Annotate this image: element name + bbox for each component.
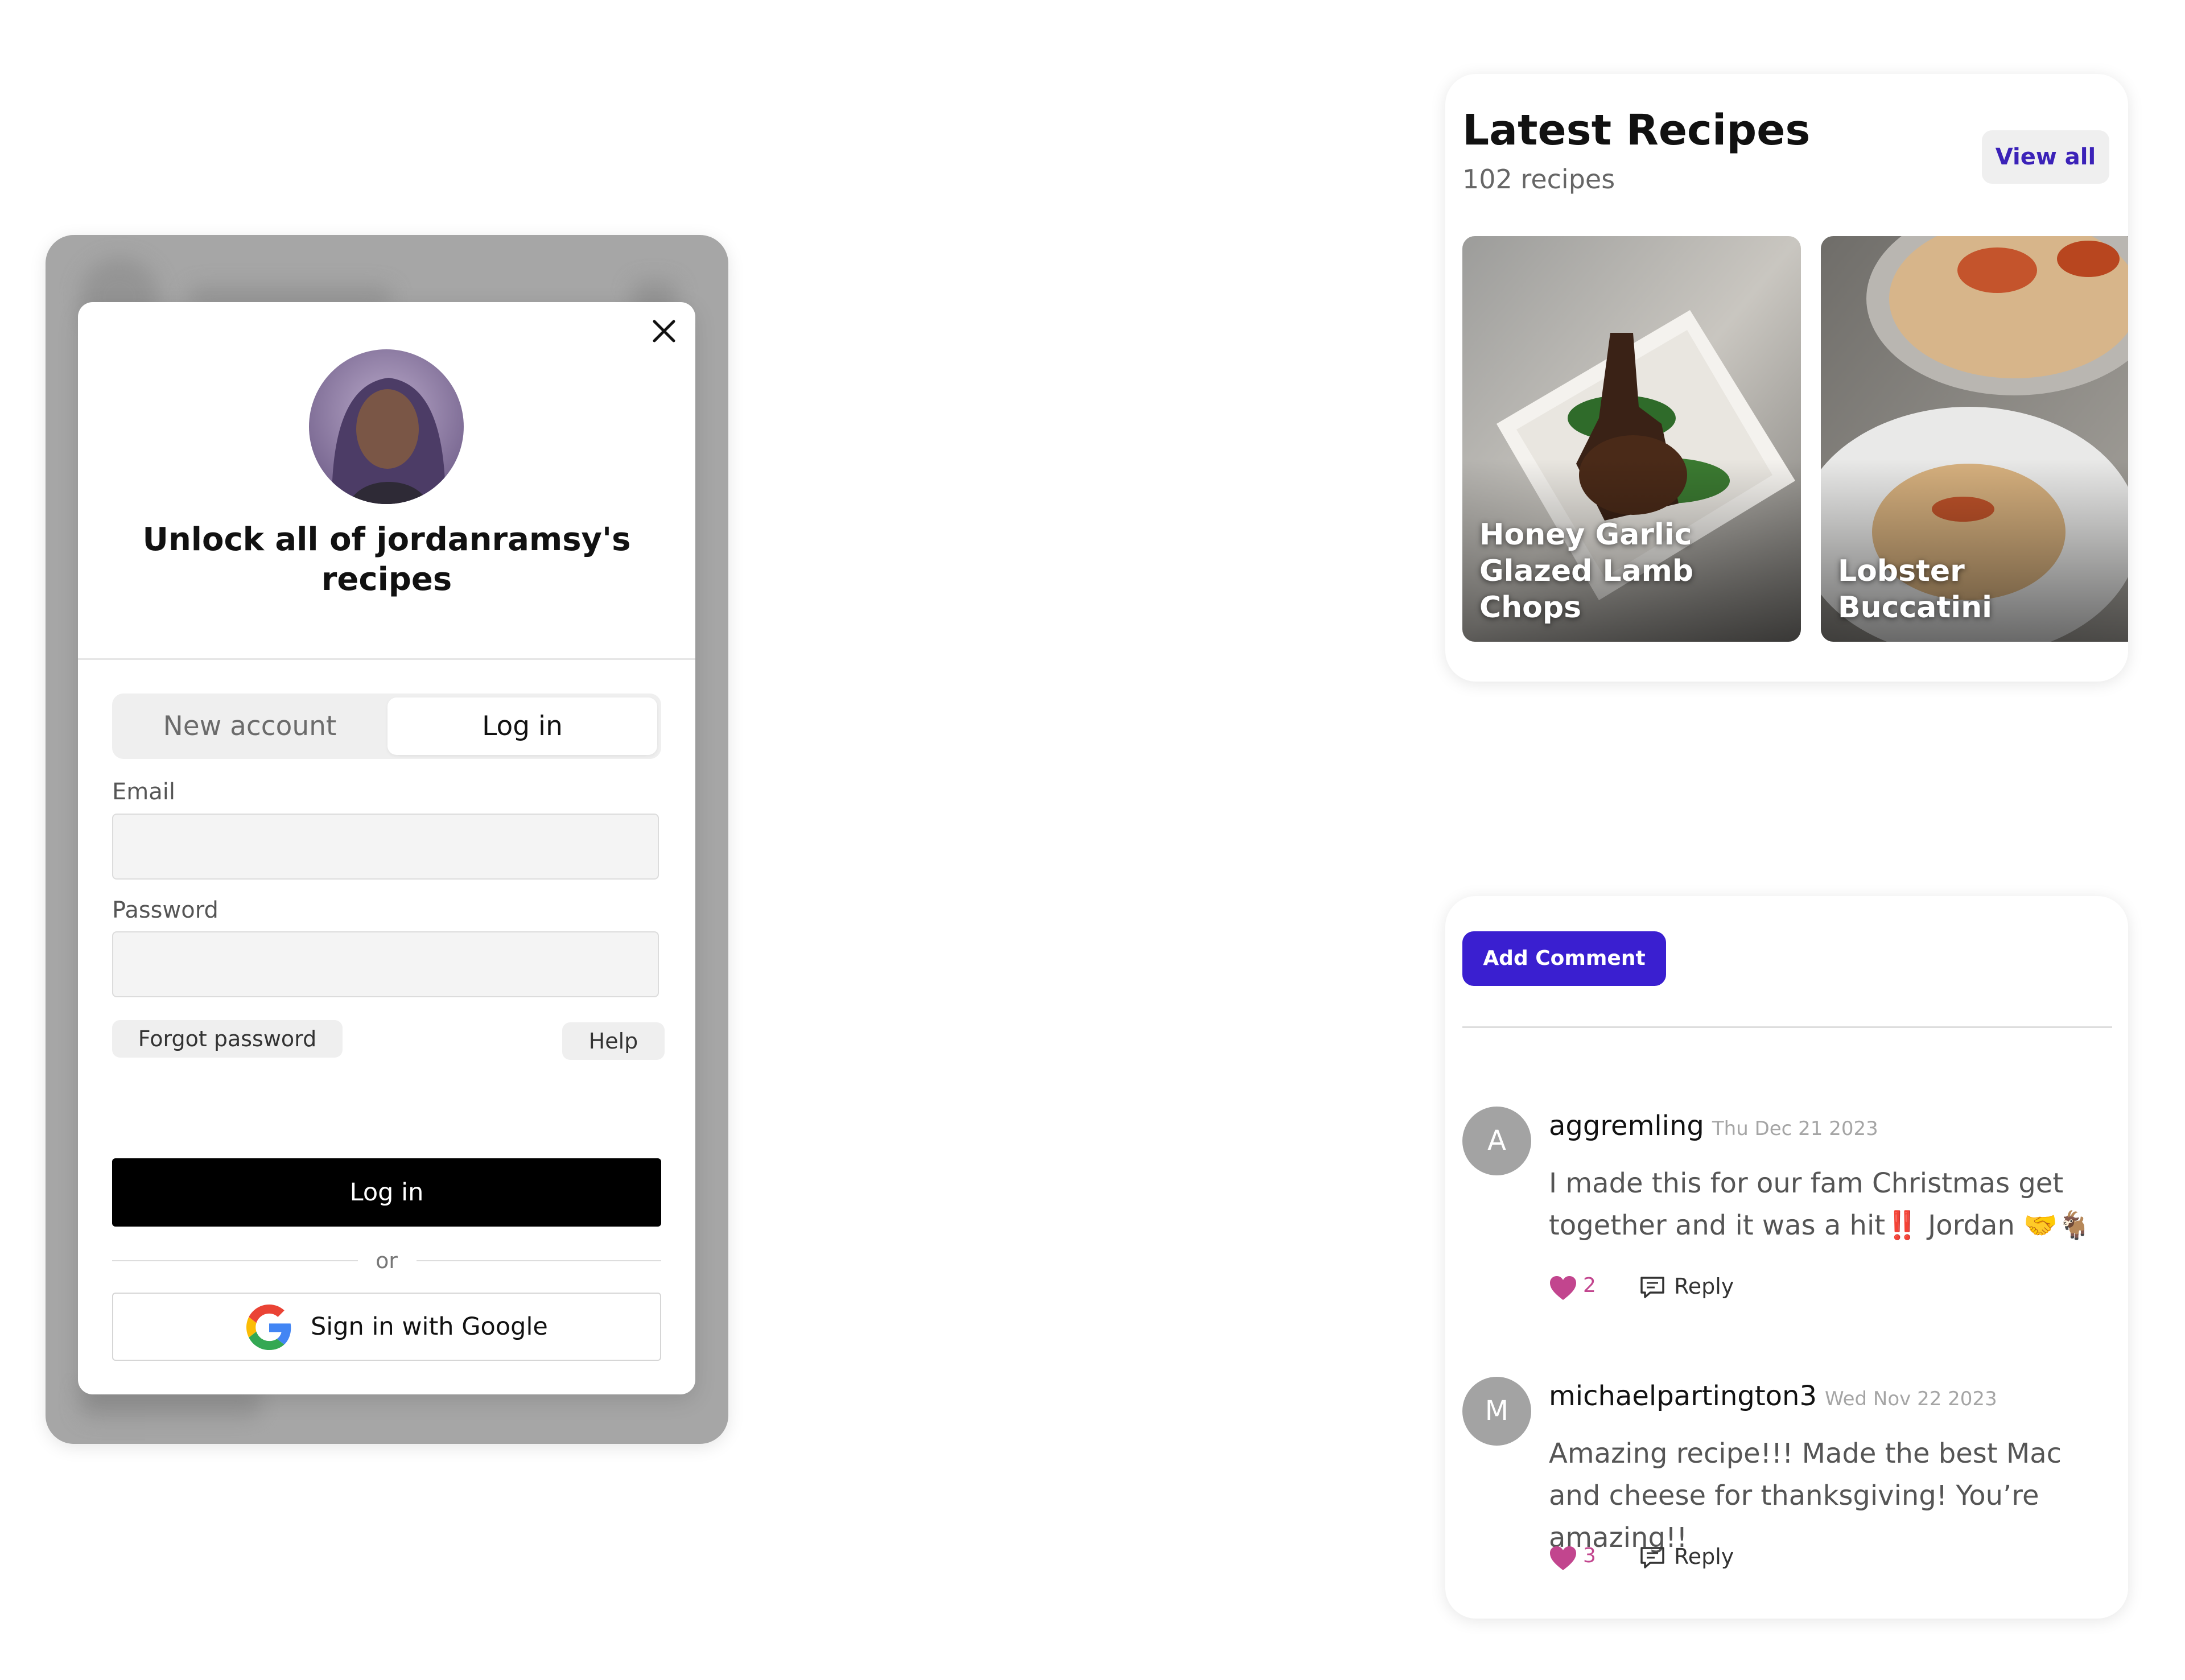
heart-icon[interactable]: [1549, 1275, 1577, 1301]
recipe-title: Honey Garlic Glazed Lamb Chops: [1479, 518, 1694, 625]
reply-label: Reply: [1674, 1274, 1734, 1299]
or-text: or: [376, 1248, 398, 1273]
google-button-label: Sign in with Google: [311, 1312, 548, 1341]
tab-new-account[interactable]: New account: [116, 697, 384, 755]
heart-icon[interactable]: [1549, 1545, 1577, 1571]
comment-date: Thu Dec 21 2023: [1712, 1117, 1878, 1140]
like-count: 2: [1583, 1274, 1596, 1297]
latest-recipes-card: Latest Recipes 102 recipes View all Hone…: [1445, 74, 2128, 682]
divider: [1462, 1026, 2112, 1028]
unlock-title: Unlock all of jordanramsy's recipes: [142, 521, 631, 598]
speech-bubble-icon: [1640, 1277, 1664, 1298]
comment-username[interactable]: michaelpartington3: [1549, 1380, 1817, 1412]
section-title: Latest Recipes: [1462, 106, 1811, 155]
sign-in-with-google-button[interactable]: Sign in with Google: [112, 1293, 661, 1361]
email-field[interactable]: [112, 814, 659, 880]
recipe-title: Lobster Buccatini: [1838, 554, 1992, 625]
divider: [78, 658, 695, 660]
password-field[interactable]: [112, 931, 659, 997]
password-label: Password: [112, 897, 218, 923]
recipe-count: 102 recipes: [1462, 164, 1615, 195]
help-button[interactable]: Help: [562, 1022, 665, 1060]
recipe-card[interactable]: Honey Garlic Glazed Lamb Chops: [1462, 236, 1801, 642]
close-icon[interactable]: [645, 312, 683, 350]
reply-label: Reply: [1674, 1544, 1734, 1569]
comments-card: Add Comment A aggremling Thu Dec 21 2023 …: [1445, 896, 2128, 1619]
speech-bubble-icon: [1640, 1547, 1664, 1568]
view-all-button[interactable]: View all: [1982, 130, 2109, 184]
comment-date: Wed Nov 22 2023: [1825, 1388, 1997, 1410]
comment-text: I made this for our fam Christmas get to…: [1549, 1167, 2092, 1241]
login-modal: Unlock all of jordanramsy's recipes New …: [78, 302, 695, 1394]
forgot-password-button[interactable]: Forgot password: [112, 1020, 343, 1058]
add-comment-button[interactable]: Add Comment: [1462, 931, 1666, 986]
comment-header: michaelpartington3 Wed Nov 22 2023: [1549, 1380, 1997, 1412]
creator-avatar: [309, 349, 464, 504]
google-icon: [246, 1305, 291, 1350]
auth-mode-toggle: New account Log in: [112, 694, 661, 759]
or-separator: or: [112, 1244, 661, 1278]
recipe-card[interactable]: Lobster Buccatini: [1821, 236, 2128, 642]
email-label: Email: [112, 779, 175, 805]
comment-text: Amazing recipe!!! Made the best Mac and …: [1549, 1438, 2062, 1554]
avatar: A: [1462, 1107, 1531, 1175]
avatar: M: [1462, 1377, 1531, 1446]
comment-header: aggremling Thu Dec 21 2023: [1549, 1110, 1878, 1142]
log-in-button[interactable]: Log in: [112, 1158, 661, 1227]
like-count: 3: [1583, 1544, 1596, 1567]
tab-log-in[interactable]: Log in: [387, 697, 657, 755]
comment-username[interactable]: aggremling: [1549, 1110, 1704, 1142]
